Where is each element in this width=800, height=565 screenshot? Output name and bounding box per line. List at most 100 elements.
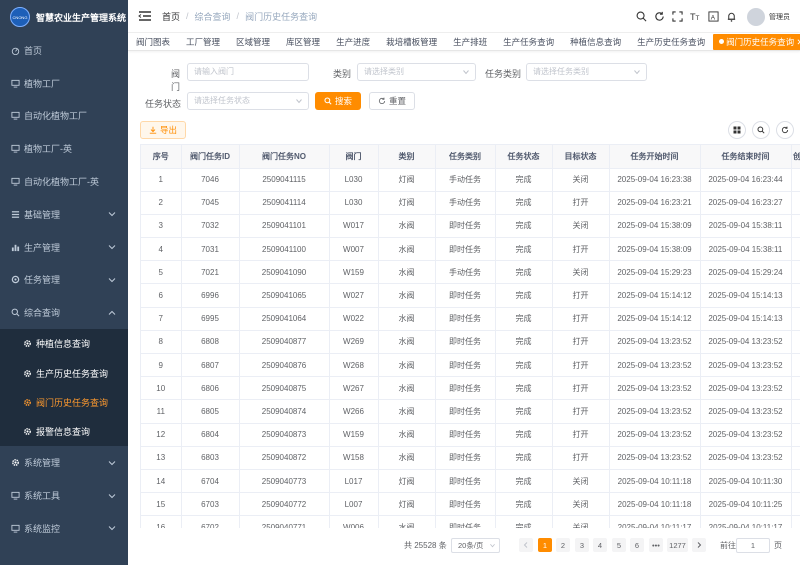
sidebar-item-home[interactable]: 首页 (0, 34, 128, 67)
table-cell: 水阀 (378, 353, 436, 378)
table-row[interactable]: 3 7032 2509041101 W017 水阀 即时任务 完成 关闭 2025-09-04 … (141, 214, 800, 239)
more-pages-button[interactable]: ••• (649, 538, 663, 552)
sidebar-item-auto-plant-factory-en[interactable]: 自动化植物工厂-英 (0, 165, 128, 198)
page-button[interactable]: 3 (575, 538, 589, 552)
chevron-down-icon (108, 212, 116, 217)
table-row[interactable]: 4 7031 2509041100 W007 水阀 即时任务 完成 打开 2025-09-04 … (141, 237, 800, 262)
search-button[interactable]: 搜索 (315, 92, 361, 110)
sidebar-item-plant-factory[interactable]: 植物工厂 (0, 67, 128, 100)
page-button[interactable]: 1277 (667, 538, 688, 552)
logo-text: CNONG (12, 14, 28, 20)
breadcrumb-home[interactable]: 首页 (162, 10, 180, 23)
sidebar-item-basic-management[interactable]: 基础管理 (0, 198, 128, 231)
chevron-down-icon (463, 70, 469, 75)
table-row[interactable]: 14 6704 2509040773 L017 灯阀 即时任务 完成 关闭 2025-09-04… (141, 469, 800, 494)
chevron-left-icon (523, 542, 528, 548)
table-cell: 2509041101 (239, 214, 330, 239)
prev-page-button[interactable] (519, 538, 533, 552)
table-row[interactable]: 6 6996 2509041065 W027 水阀 即时任务 完成 打开 2025-09-04 … (141, 283, 800, 308)
task-status-select[interactable]: 请选择任务状态 (187, 92, 309, 110)
search-icon[interactable] (635, 11, 647, 23)
logo-row[interactable]: CNONG 智慧农业生产管理系统 (0, 0, 128, 34)
columns-toggle-button[interactable] (728, 121, 746, 139)
sidebar-item-comprehensive-query[interactable]: 综合查询 (0, 296, 128, 329)
table-row[interactable]: 2 7045 2509041114 L030 灯阀 手动任务 完成 打开 2025-09-04 … (141, 191, 800, 215)
bell-icon[interactable] (725, 11, 737, 23)
avatar[interactable] (747, 7, 765, 26)
tag-warehouse-management[interactable]: 库区管理 (278, 34, 328, 50)
table-row[interactable]: 5 7021 2509041090 W159 水阀 手动任务 完成 关闭 2025-09-04 … (141, 260, 800, 285)
table-row[interactable]: 1 7046 2509041115 L030 灯阀 手动任务 完成 关闭 2025-09-04 … (141, 168, 800, 192)
page-button[interactable]: 1 (538, 538, 552, 552)
table-row[interactable]: 8 6808 2509040877 W269 水阀 即时任务 完成 打开 2025-09-04 … (141, 330, 800, 355)
table-cell: 关闭 (552, 214, 610, 239)
font-size-icon[interactable]: TT (689, 11, 701, 23)
page-size-select[interactable]: 20条/页 (451, 538, 500, 553)
table-row[interactable]: 16 6702 2509040771 W006 水阀 即时任务 完成 关闭 2025-09-04… (141, 515, 800, 528)
sidebar-item-system-monitor[interactable]: 系统监控 (0, 512, 128, 545)
tag-production-progress[interactable]: 生产进度 (328, 34, 378, 50)
sidebar-item-valve-history-query[interactable]: 阀门历史任务查询 (0, 387, 128, 418)
valve-input[interactable]: 请输入阀门 (187, 63, 309, 81)
language-icon[interactable]: A (707, 11, 719, 23)
monitor-icon (10, 111, 20, 121)
table-row[interactable]: 13 6803 2509040872 W158 水阀 即时任务 完成 打开 2025-09-04… (141, 446, 800, 470)
page-button[interactable]: 4 (593, 538, 607, 552)
table-cell: 2509040773 (239, 469, 330, 494)
logo: CNONG (10, 7, 30, 27)
sidebar-item-plant-factory-en[interactable]: 植物工厂-英 (0, 132, 128, 165)
tag-factory-management[interactable]: 工厂管理 (178, 34, 228, 50)
tag-cultivation-board-management[interactable]: 栽培槽板管理 (378, 34, 445, 50)
refresh-button[interactable] (776, 121, 794, 139)
monitor-icon (10, 491, 20, 501)
sidebar-item-planting-info-query[interactable]: 种植信息查询 (0, 329, 128, 359)
close-icon[interactable]: ✕ (797, 37, 800, 47)
tag-valve-history-query[interactable]: 阀门历史任务查询 ✕ (713, 33, 800, 50)
table-cell: 打开 (552, 353, 610, 378)
user-name[interactable]: 管理员 (769, 12, 790, 22)
table-row[interactable]: 12 6804 2509040873 W159 水阀 即时任务 完成 打开 2025-09-04… (141, 423, 800, 447)
tag-production-history-query[interactable]: 生产历史任务查询 (629, 34, 713, 50)
tag-area-management[interactable]: 区域管理 (228, 34, 278, 50)
table-row[interactable]: 11 6805 2509040874 W266 水阀 即时任务 完成 打开 2025-09-04… (141, 399, 800, 424)
export-button[interactable]: 导出 (140, 121, 186, 139)
table-row[interactable]: 7 6995 2509041064 W022 水阀 即时任务 完成 打开 2025-09-04 … (141, 307, 800, 331)
next-page-button[interactable] (692, 538, 706, 552)
sidebar-item-production-history-query[interactable]: 生产历史任务查询 (0, 358, 128, 388)
sidebar-item-task-management[interactable]: 任务管理 (0, 264, 128, 297)
reset-button[interactable]: 重置 (369, 92, 415, 110)
table-cell (791, 168, 800, 192)
table-cell: W159 (329, 423, 379, 447)
tag-valve-chart[interactable]: 阀门图表 (128, 34, 178, 50)
task-type-select[interactable]: 请选择任务类别 (526, 63, 647, 81)
table-row[interactable]: 10 6806 2509040875 W267 水阀 即时任务 完成 打开 2025-09-04… (141, 376, 800, 401)
sidebar-item-auto-plant-factory[interactable]: 自动化植物工厂 (0, 100, 128, 133)
refresh-icon[interactable] (653, 11, 665, 23)
toggle-search-button[interactable] (752, 121, 770, 139)
page-button[interactable]: 5 (612, 538, 626, 552)
tag-production-task-query[interactable]: 生产任务查询 (495, 34, 562, 50)
table-cell: 即时任务 (435, 515, 496, 528)
page-button[interactable]: 6 (630, 538, 644, 552)
table-row[interactable]: 9 6807 2509040876 W268 水阀 即时任务 完成 打开 2025-09-04 … (141, 353, 800, 378)
tag-production-scheduling[interactable]: 生产排班 (445, 34, 495, 50)
column-header: 创 (791, 145, 800, 169)
jump-page-input[interactable]: 1 (736, 538, 770, 553)
table-cell: 9 (141, 353, 182, 378)
sidebar-item-system-tools[interactable]: 系统工具 (0, 479, 128, 512)
table-cell: 2509041090 (239, 260, 330, 285)
table-row[interactable]: 15 6703 2509040772 L007 灯阀 即时任务 完成 关闭 2025-09-04… (141, 492, 800, 517)
fullscreen-icon[interactable] (671, 11, 683, 23)
sidebar-item-production-management[interactable]: 生产管理 (0, 231, 128, 264)
sidebar-item-system-management[interactable]: 系统管理 (0, 446, 128, 479)
table-cell: 完成 (495, 237, 553, 262)
sidebar-item-alarm-info-query[interactable]: 报警信息查询 (0, 417, 128, 447)
table-cell: 6807 (181, 353, 240, 378)
tag-planting-info-query[interactable]: 种植信息查询 (562, 34, 629, 50)
hamburger-icon[interactable] (138, 10, 152, 22)
table-cell: W269 (329, 330, 379, 355)
type-select[interactable]: 请选择类别 (357, 63, 476, 81)
table-cell: 6996 (181, 283, 240, 308)
pagination: 共 25528 条 20条/页 1 2 3 4 5 6 ••• 1277 前往 … (128, 535, 800, 555)
page-button[interactable]: 2 (556, 538, 570, 552)
